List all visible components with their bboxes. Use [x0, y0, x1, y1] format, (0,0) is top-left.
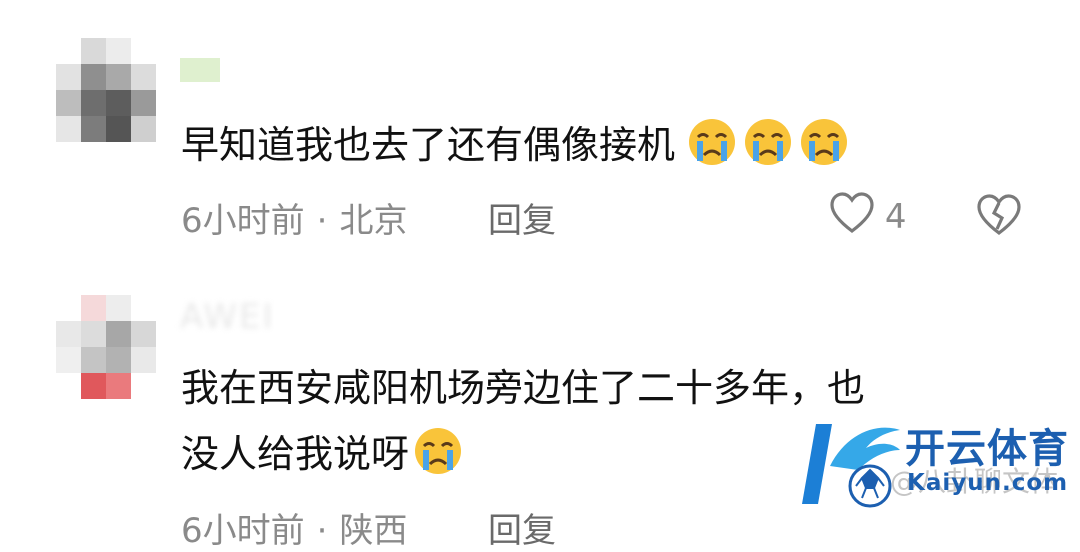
- comment-meta: 6小时前 · 陕西 回复: [181, 503, 556, 552]
- avatar[interactable]: [56, 295, 156, 399]
- reply-button[interactable]: 回复: [488, 503, 556, 552]
- meta-separator: ·: [316, 201, 328, 241]
- comment-text-line-2-content: 没人给我说呀: [181, 432, 410, 476]
- dislike-button[interactable]: [976, 194, 1022, 240]
- username-blurred[interactable]: [180, 58, 220, 82]
- comment-item-1: 早知道我也去了还有偶像接机 6小时前 · 北京 回复 4: [0, 0, 1080, 255]
- comment-text: 早知道我也去了还有偶像接机: [181, 112, 855, 178]
- comment-time: 6小时前: [181, 201, 305, 241]
- watermark-brand-name: 开云体育: [905, 426, 1069, 472]
- crying-face-icon: [689, 119, 736, 165]
- like-button[interactable]: 4: [830, 192, 906, 237]
- avatar[interactable]: [56, 38, 156, 142]
- watermark-url: Kaiyun.com: [907, 470, 1069, 496]
- comment-text-line-2: 没人给我说呀: [181, 421, 865, 487]
- emoji-group: [687, 119, 855, 167]
- crying-face-icon: [745, 119, 792, 165]
- like-count: 4: [884, 197, 907, 237]
- crying-face-icon: [415, 428, 462, 474]
- comment-text: 我在西安咸阳机场旁边住了二十多年，也 没人给我说呀: [181, 355, 865, 487]
- comment-text-line-1: 我在西安咸阳机场旁边住了二十多年，也: [181, 366, 866, 410]
- heart-icon: [830, 192, 874, 234]
- broken-heart-icon: [977, 194, 1021, 236]
- comment-location: 陕西: [339, 511, 408, 551]
- comment-meta: 6小时前 · 北京 回复: [181, 193, 556, 242]
- meta-separator: ·: [316, 511, 328, 551]
- comment-location: 北京: [339, 201, 408, 241]
- crying-face-icon: [801, 119, 848, 165]
- username-blurred[interactable]: AWEI: [180, 297, 275, 337]
- comment-text-content: 早知道我也去了还有偶像接机: [181, 123, 676, 167]
- comment-time: 6小时前: [181, 511, 305, 551]
- reply-button[interactable]: 回复: [488, 193, 556, 242]
